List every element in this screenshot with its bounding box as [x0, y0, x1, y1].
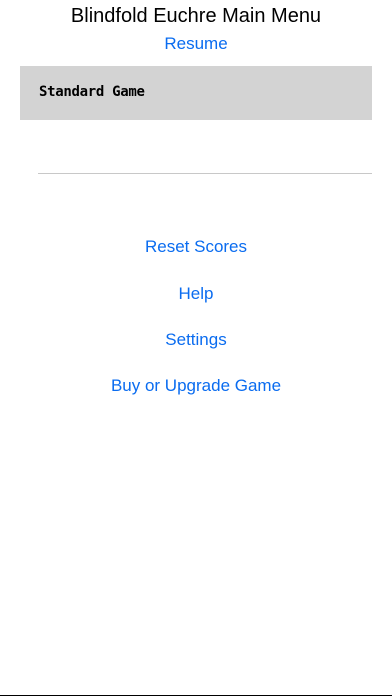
settings-button[interactable]: Settings [0, 329, 392, 351]
page-title: Blindfold Euchre Main Menu [70, 5, 322, 27]
buy-upgrade-button[interactable]: Buy or Upgrade Game [0, 375, 392, 397]
main-menu-screen: Blindfold Euchre Main Menu Resume Standa… [0, 0, 392, 696]
help-button[interactable]: Help [0, 283, 392, 305]
resume-button[interactable]: Resume [0, 33, 392, 55]
list-item-label: Standard Game [39, 84, 145, 100]
divider [38, 173, 372, 174]
list-item-standard-game[interactable]: Standard Game [20, 66, 372, 120]
reset-scores-button[interactable]: Reset Scores [0, 236, 392, 258]
